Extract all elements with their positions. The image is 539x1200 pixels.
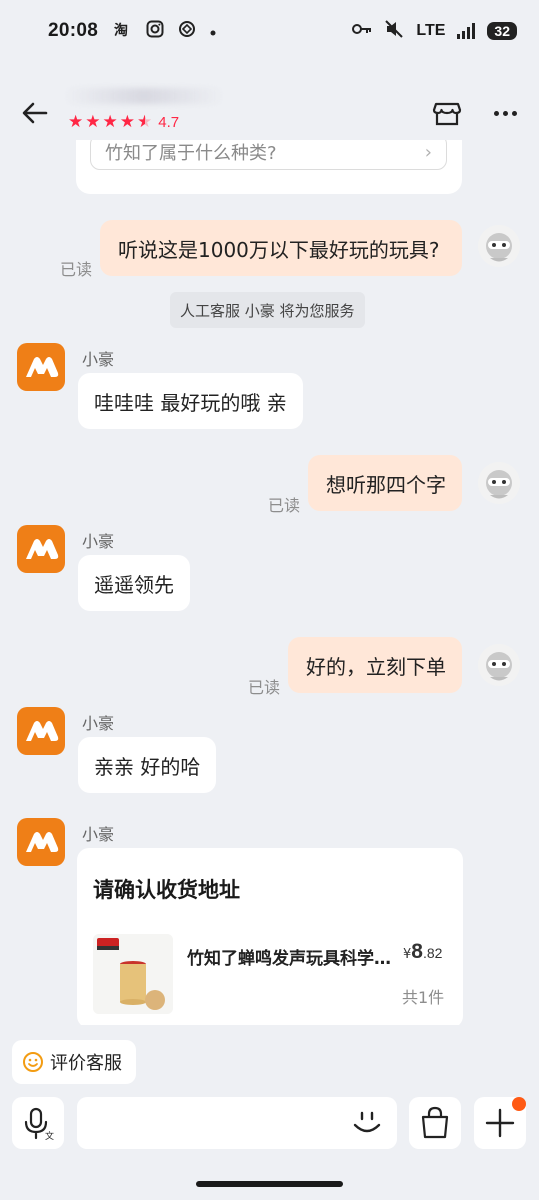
store-button[interactable] <box>430 96 464 130</box>
taobao-icon: 淘 <box>114 21 132 41</box>
order-confirm-card[interactable]: 请确认收货地址 竹知了蝉鸣发声玩具科学实验教具 ¥8.82 共1件 <box>77 848 463 1025</box>
more-dots-icon <box>493 110 499 116</box>
shop-logo-icon <box>26 357 59 377</box>
voice-input-button[interactable]: 文 <box>12 1097 64 1149</box>
smiley-icon <box>23 1052 43 1072</box>
microphone-icon: 文 <box>24 1107 54 1142</box>
message-text: 想听那四个字 <box>326 472 446 497</box>
message-bubble-outgoing[interactable]: 听说这是1000万以下最好玩的玩具? <box>100 220 462 276</box>
ninja-avatar-icon <box>478 644 520 686</box>
product-quantity: 共1件 <box>402 988 445 1007</box>
svg-text:文: 文 <box>45 1130 54 1142</box>
sender-name: 小豪 <box>82 532 115 551</box>
half-star-icon: ★ <box>137 112 153 132</box>
emoji-button[interactable] <box>346 1097 388 1149</box>
sender-name: 小豪 <box>82 714 115 733</box>
back-button[interactable] <box>18 96 52 130</box>
network-type: LTE <box>416 22 446 39</box>
instagram-icon <box>146 20 164 42</box>
more-dots-icon <box>502 110 508 116</box>
chat-messages[interactable]: 竹知了属于什么种类? › 已读 听说这是1000万以下最好玩的玩具? 人工客服 … <box>0 140 539 1025</box>
message-text: 亲亲 好的哈 <box>94 754 201 779</box>
status-app-icons: 淘 <box>114 20 216 42</box>
star-icon: ★ <box>68 112 84 132</box>
chevron-right-icon: › <box>424 141 432 163</box>
emoji-smile-icon <box>353 1111 381 1133</box>
price-integer: 8 <box>411 940 423 963</box>
sender-name: 小豪 <box>82 350 115 369</box>
message-text: 听说这是1000万以下最好玩的玩具? <box>118 237 440 262</box>
message-text: 好的，立刻下单 <box>306 654 446 679</box>
sender-name: 小豪 <box>82 825 115 844</box>
user-avatar[interactable] <box>478 644 520 686</box>
status-bar: 20:08 淘 LTE 32 <box>0 0 539 62</box>
more-dots-icon <box>511 110 517 116</box>
shopping-bag-icon <box>421 1106 449 1139</box>
star-icon: ★ <box>85 112 101 132</box>
system-note: 人工客服 小豪 将为您服务 <box>170 292 365 328</box>
shop-avatar[interactable] <box>17 707 65 755</box>
previous-suggestion-card: 竹知了属于什么种类? › <box>76 140 462 194</box>
star-icon: ★ <box>119 112 135 132</box>
product-price: ¥8.82 <box>403 940 442 964</box>
dot-icon <box>210 22 216 40</box>
back-arrow-icon <box>22 102 48 124</box>
shop-avatar[interactable] <box>17 818 65 866</box>
message-bubble-outgoing[interactable]: 想听那四个字 <box>308 455 462 511</box>
shop-name-redacted[interactable] <box>64 88 224 104</box>
message-bubble-incoming[interactable]: 遥遥领先 <box>78 555 190 611</box>
shop-rating: ★ ★ ★ ★ ★ 4.7 <box>68 112 180 132</box>
price-decimal: .82 <box>422 945 443 961</box>
star-icon: ★ <box>102 112 118 132</box>
store-icon <box>432 102 462 126</box>
rate-service-label: 评价客服 <box>50 1053 122 1074</box>
read-status: 已读 <box>248 678 281 697</box>
user-avatar[interactable] <box>478 462 520 504</box>
suggested-question[interactable]: 竹知了属于什么种类? › <box>90 140 447 170</box>
shop-logo-icon <box>26 721 59 741</box>
signal-icon <box>457 23 476 39</box>
order-card-title: 请确认收货地址 <box>93 878 240 902</box>
status-time: 20:08 <box>48 20 99 41</box>
battery-indicator: 32 <box>487 22 517 40</box>
shop-avatar[interactable] <box>17 525 65 573</box>
message-text: 遥遥领先 <box>94 572 174 597</box>
input-bar: 文 <box>0 1090 539 1154</box>
home-indicator[interactable] <box>196 1181 343 1187</box>
product-thumbnail[interactable] <box>93 934 173 1014</box>
rate-service-button[interactable]: 评价客服 <box>12 1040 136 1084</box>
shopping-bag-button[interactable] <box>409 1097 461 1149</box>
shop-avatar[interactable] <box>17 343 65 391</box>
svg-text:淘: 淘 <box>114 22 128 37</box>
status-right: LTE 32 <box>352 19 517 43</box>
more-options-button[interactable] <box>488 96 522 130</box>
rating-value: 4.7 <box>158 114 180 131</box>
message-text: 哇哇哇 最好玩的哦 亲 <box>94 390 287 415</box>
shop-logo-icon <box>26 539 59 559</box>
chatgpt-icon <box>178 20 196 42</box>
message-bubble-incoming[interactable]: 哇哇哇 最好玩的哦 亲 <box>78 373 303 429</box>
product-image <box>93 934 173 1014</box>
ninja-avatar-icon <box>478 462 520 504</box>
read-status: 已读 <box>268 496 301 515</box>
suggested-question-text: 竹知了属于什么种类? <box>105 143 277 164</box>
ninja-avatar-icon <box>478 225 520 267</box>
mute-icon <box>384 19 404 43</box>
user-avatar[interactable] <box>478 225 520 267</box>
read-status: 已读 <box>60 260 93 279</box>
product-name: 竹知了蝉鸣发声玩具科学实验教具 <box>187 949 397 969</box>
message-bubble-outgoing[interactable]: 好的，立刻下单 <box>288 637 462 693</box>
key-icon <box>352 22 372 40</box>
shop-logo-icon <box>26 832 59 852</box>
notification-dot <box>512 1097 526 1111</box>
chat-header: ★ ★ ★ ★ ★ 4.7 <box>0 86 539 140</box>
message-bubble-incoming[interactable]: 亲亲 好的哈 <box>78 737 217 793</box>
